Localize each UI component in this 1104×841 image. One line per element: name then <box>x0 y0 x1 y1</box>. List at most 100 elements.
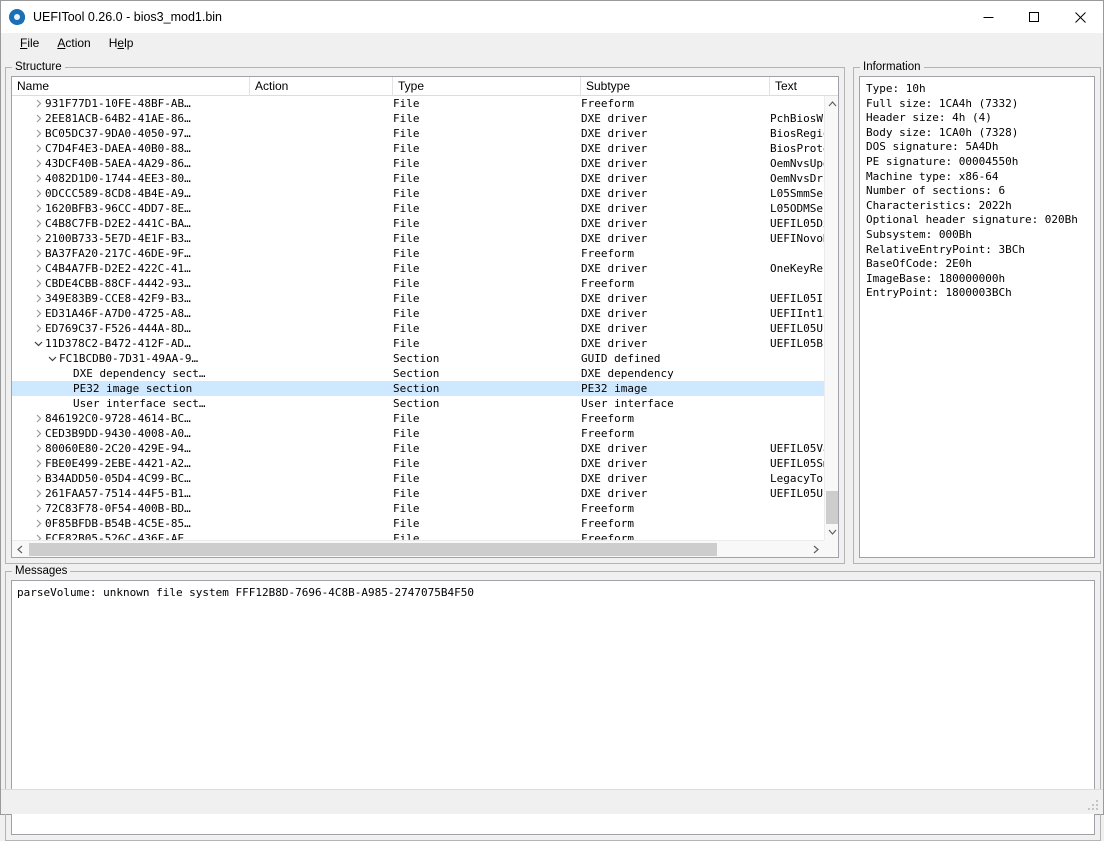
cell-action <box>250 531 390 540</box>
chevron-right-icon[interactable] <box>32 159 45 168</box>
tree-horizontal-scrollbar[interactable] <box>12 540 824 557</box>
tree-item-label: B34ADD50-05D4-4C99-BC… <box>45 471 191 486</box>
menu-help[interactable]: Help <box>100 33 143 53</box>
chevron-right-icon[interactable] <box>32 489 45 498</box>
menu-action[interactable]: Action <box>48 33 99 53</box>
cell-subtype: DXE driver <box>581 231 767 246</box>
cell-text <box>770 276 824 291</box>
chevron-right-icon[interactable] <box>32 294 45 303</box>
close-button[interactable] <box>1057 1 1103 33</box>
table-row[interactable]: CED3B9DD-9430-4008-A0…FileFreeform <box>12 426 824 441</box>
cell-subtype: DXE driver <box>581 291 767 306</box>
chevron-right-icon[interactable] <box>32 414 45 423</box>
table-row[interactable]: FC1BCDB0-7D31-49AA-9…SectionGUID defined <box>12 351 824 366</box>
chevron-right-icon[interactable] <box>32 459 45 468</box>
chevron-right-icon[interactable] <box>32 174 45 183</box>
app-window: UEFITool 0.26.0 - bios3_mod1.bin File Ac… <box>0 0 1104 815</box>
table-row[interactable]: 931F77D1-10FE-48BF-AB…FileFreeform <box>12 96 824 111</box>
scroll-left-icon[interactable] <box>12 541 28 557</box>
table-row[interactable]: 4082D1D0-1744-4EE3-80…FileDXE driverOemN… <box>12 171 824 186</box>
chevron-right-icon[interactable] <box>32 249 45 258</box>
chevron-down-icon[interactable] <box>32 339 45 348</box>
chevron-right-icon[interactable] <box>32 504 45 513</box>
cell-type: Section <box>393 381 578 396</box>
tree-vertical-scrollbar[interactable] <box>824 96 838 540</box>
table-row[interactable]: 2100B733-5E7D-4E1F-B3…FileDXE driverUEFI… <box>12 231 824 246</box>
column-header-name[interactable]: Name <box>12 77 250 96</box>
chevron-right-icon[interactable] <box>32 114 45 123</box>
table-row[interactable]: FBE0E499-2EBE-4421-A2…FileDXE driverUEFI… <box>12 456 824 471</box>
chevron-right-icon[interactable] <box>32 189 45 198</box>
table-row[interactable]: B34ADD50-05D4-4C99-BC…FileDXE driverLega… <box>12 471 824 486</box>
table-row[interactable]: C7D4F4E3-DAEA-40B0-88…FileDXE driverBios… <box>12 141 824 156</box>
table-row[interactable]: PE32 image sectionSectionPE32 image <box>12 381 824 396</box>
cell-subtype: DXE driver <box>581 201 767 216</box>
scroll-down-icon[interactable] <box>825 524 839 540</box>
cell-action <box>250 141 390 156</box>
table-row[interactable]: 0F85BFDB-B54B-4C5E-85…FileFreeform <box>12 516 824 531</box>
chevron-right-icon[interactable] <box>32 279 45 288</box>
table-row[interactable]: 2EE81ACB-64B2-41AE-86…FileDXE driverPchB… <box>12 111 824 126</box>
table-row[interactable]: User interface sect…SectionUser interfac… <box>12 396 824 411</box>
cell-text <box>770 501 824 516</box>
table-row[interactable]: 349E83B9-CCE8-42F9-B3…FileDXE driverUEFI… <box>12 291 824 306</box>
chevron-right-icon[interactable] <box>32 309 45 318</box>
cell-action <box>250 381 390 396</box>
chevron-right-icon[interactable] <box>32 219 45 228</box>
column-header-text[interactable]: Text <box>770 77 836 96</box>
information-panel[interactable]: Type: 10hFull size: 1CA4h (7332)Header s… <box>859 76 1095 558</box>
table-row[interactable]: 11D378C2-B472-412F-AD…FileDXE driverUEFI… <box>12 336 824 351</box>
minimize-button[interactable] <box>965 1 1011 33</box>
table-row[interactable]: BA37FA20-217C-46DE-9F…FileFreeform <box>12 246 824 261</box>
table-row[interactable]: 43DCF40B-5AEA-4A29-86…FileDXE driverOemN… <box>12 156 824 171</box>
cell-name: 2EE81ACB-64B2-41AE-86… <box>12 111 244 126</box>
table-row[interactable]: ED31A46F-A7D0-4725-A8…FileDXE driverUEFI… <box>12 306 824 321</box>
column-header-subtype[interactable]: Subtype <box>581 77 770 96</box>
table-row[interactable]: 0DCCC589-8CD8-4B4E-A9…FileDXE driverL05S… <box>12 186 824 201</box>
scroll-right-icon[interactable] <box>808 541 824 557</box>
tree-item-label: CBDE4CBB-88CF-4442-93… <box>45 276 191 291</box>
chevron-right-icon[interactable] <box>32 474 45 483</box>
information-line: PE signature: 00004550h <box>866 155 1088 170</box>
chevron-right-icon[interactable] <box>32 264 45 273</box>
chevron-down-icon[interactable] <box>46 354 59 363</box>
table-row[interactable]: C4B8C7FB-D2E2-441C-BA…FileDXE driverUEFI… <box>12 216 824 231</box>
table-row[interactable]: BC05DC37-9DA0-4050-97…FileDXE driverBios… <box>12 126 824 141</box>
chevron-right-icon[interactable] <box>32 129 45 138</box>
table-row[interactable]: 261FAA57-7514-44F5-B1…FileDXE driverUEFI… <box>12 486 824 501</box>
column-header-type[interactable]: Type <box>393 77 581 96</box>
table-row[interactable]: 1620BFB3-96CC-4DD7-8E…FileDXE driverL05O… <box>12 201 824 216</box>
scroll-up-icon[interactable] <box>825 96 839 112</box>
table-row[interactable]: 80060E80-2C20-429E-94…FileDXE driverUEFI… <box>12 441 824 456</box>
maximize-button[interactable] <box>1011 1 1057 33</box>
chevron-right-icon[interactable] <box>32 99 45 108</box>
chevron-right-icon[interactable] <box>32 144 45 153</box>
table-row[interactable]: C4B4A7FB-D2E2-422C-41…FileDXE driverOneK… <box>12 261 824 276</box>
table-row[interactable]: CBDE4CBB-88CF-4442-93…FileFreeform <box>12 276 824 291</box>
chevron-right-icon[interactable] <box>32 429 45 438</box>
cell-name: C7D4F4E3-DAEA-40B0-88… <box>12 141 244 156</box>
table-row[interactable]: DXE dependency sect…SectionDXE dependenc… <box>12 366 824 381</box>
chevron-right-icon[interactable] <box>32 234 45 243</box>
table-row[interactable]: FCE82B05-526C-436F-AE…FileFreeform <box>12 531 824 540</box>
chevron-right-icon[interactable] <box>32 444 45 453</box>
information-line: Header size: 4h (4) <box>866 111 1088 126</box>
chevron-right-icon[interactable] <box>32 204 45 213</box>
cell-name: User interface sect… <box>12 396 244 411</box>
tree-horizontal-scroll-thumb[interactable] <box>29 543 717 556</box>
chevron-right-icon[interactable] <box>32 324 45 333</box>
menu-file[interactable]: File <box>11 33 48 53</box>
table-row[interactable]: ED769C37-F526-444A-8D…FileDXE driverUEFI… <box>12 321 824 336</box>
cell-subtype: DXE dependency <box>581 366 767 381</box>
cell-text: PchBiosWri <box>770 111 824 126</box>
information-group: Information Type: 10hFull size: 1CA4h (7… <box>853 67 1101 564</box>
chevron-right-icon[interactable] <box>32 519 45 528</box>
column-header-action[interactable]: Action <box>250 77 393 96</box>
cell-name: CBDE4CBB-88CF-4442-93… <box>12 276 244 291</box>
cell-name: FC1BCDB0-7D31-49AA-9… <box>12 351 244 366</box>
resize-grip-icon[interactable] <box>1088 800 1100 812</box>
information-line: Optional header signature: 020Bh <box>866 213 1088 228</box>
structure-tree[interactable]: Name Action Type Subtype Text 931F77D1-1… <box>11 76 839 558</box>
table-row[interactable]: 72C83F78-0F54-400B-BD…FileFreeform <box>12 501 824 516</box>
table-row[interactable]: 846192C0-9728-4614-BC…FileFreeform <box>12 411 824 426</box>
